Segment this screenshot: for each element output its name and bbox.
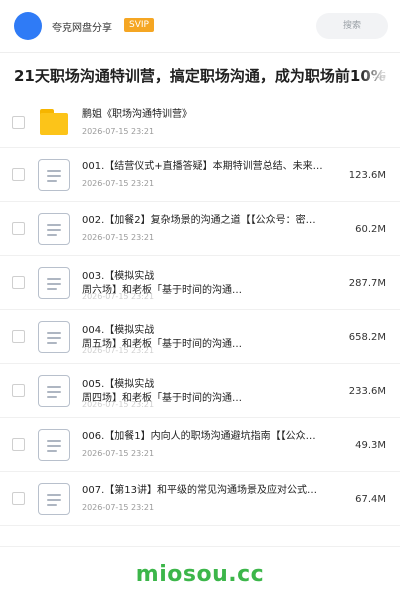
file-size: 60.2M xyxy=(355,224,386,235)
file-size: 233.6M xyxy=(348,386,386,397)
page-title: 21天职场沟通特训营，搞定职场沟通，成为职场前10% xyxy=(14,67,386,85)
file-date: 2026-07-15 23:21 xyxy=(82,400,155,409)
file-row[interactable]: 鹏姐《职场沟通特训营》 2026-07-15 23:21 xyxy=(0,96,400,148)
row-checkbox[interactable] xyxy=(12,276,25,289)
document-icon xyxy=(38,267,70,299)
file-date: 2026-07-15 23:21 xyxy=(82,449,155,458)
title-tail: ...G xyxy=(372,71,386,80)
footer-divider xyxy=(0,546,400,547)
row-checkbox[interactable] xyxy=(12,330,25,343)
file-name: 001.【结营仪式+直播答疑】本期特训营总结、未来… xyxy=(82,161,323,172)
avatar[interactable] xyxy=(14,12,42,40)
row-checkbox[interactable] xyxy=(12,116,25,129)
document-icon xyxy=(38,159,70,191)
document-icon xyxy=(38,213,70,245)
search-input[interactable]: 搜索 xyxy=(316,13,388,39)
header-bar: 夸克网盘分享 SVIP 搜索 xyxy=(0,0,400,52)
file-row[interactable]: 006.【加餐1】内向人的职场沟通避坑指南【【公众… 2026-07-15 23… xyxy=(0,418,400,472)
file-date: 2026-07-15 23:21 xyxy=(82,127,155,136)
file-date: 2026-07-15 23:21 xyxy=(82,179,155,188)
file-name: 鹏姐《职场沟通特训营》 xyxy=(82,109,192,120)
file-row[interactable]: 001.【结营仪式+直播答疑】本期特训营总结、未来… 2026-07-15 23… xyxy=(0,148,400,202)
file-date: 2026-07-15 23:21 xyxy=(82,346,155,355)
file-size: 123.6M xyxy=(348,170,386,181)
row-checkbox[interactable] xyxy=(12,438,25,451)
file-list: 鹏姐《职场沟通特训营》 2026-07-15 23:21 001.【结营仪式+直… xyxy=(0,96,400,526)
file-date: 2026-07-15 23:21 xyxy=(82,292,155,301)
svip-badge: SVIP xyxy=(124,18,154,32)
file-name: 007.【第13讲】和平级的常见沟通场景及应对公式… xyxy=(82,485,317,496)
row-checkbox[interactable] xyxy=(12,492,25,505)
watermark: miosou.cc xyxy=(135,562,265,587)
header-divider xyxy=(0,52,400,53)
document-icon xyxy=(38,483,70,515)
username: 夸克网盘分享 xyxy=(52,23,112,34)
document-icon xyxy=(38,321,70,353)
file-row[interactable]: 007.【第13讲】和平级的常见沟通场景及应对公式… 2026-07-15 23… xyxy=(0,472,400,526)
file-row[interactable]: 003.【模拟实战 周六场】和老板「基于时间的沟通… 2026-07-15 23… xyxy=(0,256,400,310)
row-checkbox[interactable] xyxy=(12,222,25,235)
row-checkbox[interactable] xyxy=(12,384,25,397)
folder-icon xyxy=(38,107,70,139)
file-name: 002.【加餐2】复杂场景的沟通之道【【公众号：密… xyxy=(82,215,316,226)
file-date: 2026-07-15 23:21 xyxy=(82,503,155,512)
file-name: 006.【加餐1】内向人的职场沟通避坑指南【【公众… xyxy=(82,431,316,442)
file-size: 287.7M xyxy=(348,278,386,289)
file-size: 49.3M xyxy=(355,440,386,451)
file-row[interactable]: 005.【模拟实战 周四场】和老板「基于时间的沟通… 2026-07-15 23… xyxy=(0,364,400,418)
document-icon xyxy=(38,429,70,461)
file-date: 2026-07-15 23:21 xyxy=(82,233,155,242)
file-size: 658.2M xyxy=(348,332,386,343)
file-row[interactable]: 004.【模拟实战 周五场】和老板「基于时间的沟通… 2026-07-15 23… xyxy=(0,310,400,364)
file-row[interactable]: 002.【加餐2】复杂场景的沟通之道【【公众号：密… 2026-07-15 23… xyxy=(0,202,400,256)
document-icon xyxy=(38,375,70,407)
row-checkbox[interactable] xyxy=(12,168,25,181)
file-size: 67.4M xyxy=(355,494,386,505)
